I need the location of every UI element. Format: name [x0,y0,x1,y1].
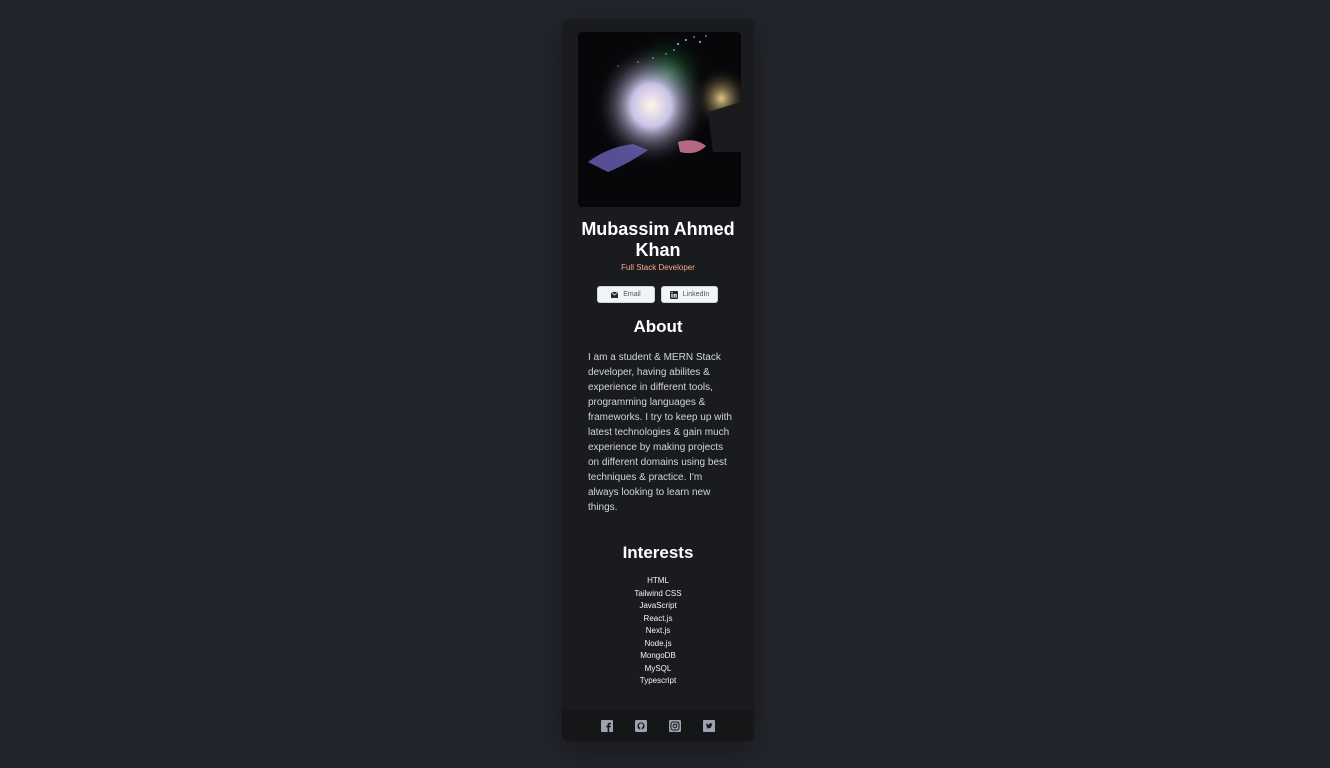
email-button[interactable]: Email [597,286,655,303]
interest-item: React.js [643,613,673,623]
profile-name: Mubassim Ahmed Khan [581,219,735,260]
interest-item: MongoDB [640,651,676,660]
envelope-icon [611,291,619,298]
interest-item: Node.js [644,638,672,648]
linkedin-button[interactable]: LinkedIn [661,286,718,303]
twitter-icon[interactable] [703,719,715,732]
facebook-icon[interactable] [601,719,613,732]
interest-item: HTML [647,576,669,585]
interests-list: HTML Tailwind CSS JavaScript React.js Ne… [562,575,754,688]
interest-item: Typescript [639,676,677,685]
about-text: I am a student & MERN Stack developer, h… [588,352,732,513]
interest-item: JavaScript [639,601,677,610]
interest-item: Next.js [645,626,671,635]
profile-role: Full Stack Developer [621,263,695,272]
interests-heading: Interests [622,543,694,562]
profile-photo [578,32,741,207]
interest-item: Tailwind CSS [634,588,682,598]
profile-card: Mubassim Ahmed Khan Full Stack Developer… [562,19,754,741]
email-button-label: Email [623,291,641,298]
linkedin-button-label: LinkedIn [682,291,710,298]
about-heading: About [633,317,683,336]
interest-item: MySQL [644,663,672,673]
github-icon[interactable] [635,719,647,732]
social-footer [562,710,754,741]
instagram-icon[interactable] [669,719,681,732]
linkedin-icon [669,290,678,299]
